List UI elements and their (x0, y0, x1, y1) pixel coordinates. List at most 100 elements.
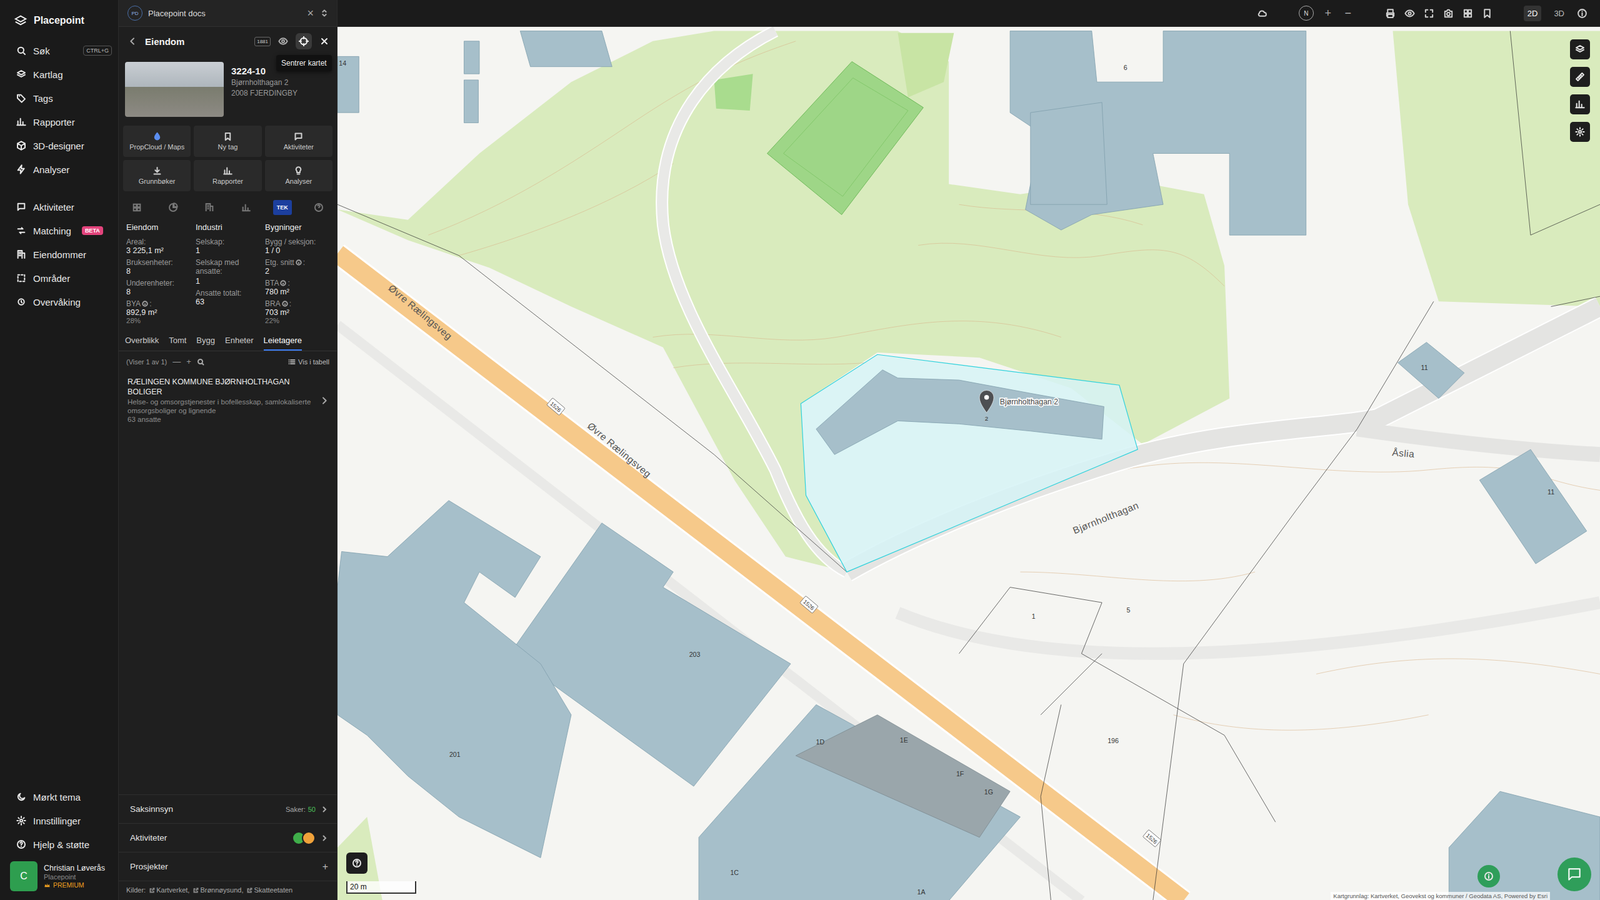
view-mode-button[interactable]: 3D (1550, 5, 1569, 22)
source-tab[interactable]: TEK (273, 200, 292, 215)
nav-item[interactable]: Områder (0, 266, 119, 290)
logo[interactable]: Placepoint (0, 0, 119, 39)
building[interactable] (463, 41, 479, 74)
source-tab[interactable] (163, 200, 183, 215)
building[interactable] (698, 704, 1020, 900)
map-tool-button[interactable] (1570, 121, 1590, 142)
nav-item[interactable]: 3D-designer (0, 133, 119, 158)
info-icon[interactable] (295, 259, 302, 266)
collapse-button[interactable]: — (172, 356, 181, 367)
table-view-button[interactable]: Vis i tabell (288, 358, 330, 366)
action-button[interactable]: Analyser (265, 160, 333, 192)
info-icon[interactable] (1576, 8, 1588, 19)
3d-icon[interactable] (1256, 8, 1268, 19)
info-icon[interactable] (280, 280, 287, 287)
nav-item[interactable]: Rapporter (0, 110, 119, 134)
user-card[interactable]: CChristian LøveråsPlacepointPREMIUM (10, 861, 114, 892)
map-tool-icon (1575, 44, 1585, 55)
map-canvas[interactable]: Øvre RælingsvegØvre RælingsvegBjørnholth… (337, 26, 1600, 900)
nav-item[interactable]: Hjelp & støtte (0, 832, 119, 857)
nav-item[interactable]: SøkCTRL+G (0, 38, 119, 63)
address-number: 196 (1107, 736, 1119, 745)
source-tab[interactable] (236, 200, 256, 215)
map-pin[interactable]: 2Bjørnholthagan 2 (979, 390, 1059, 422)
zoom-out-button[interactable]: − (1342, 6, 1354, 20)
nav-item[interactable]: Analyser (0, 157, 119, 182)
action-button[interactable]: Ny tag (193, 125, 262, 157)
nav-item[interactable]: MatchingBETA (0, 218, 119, 243)
map-tool-button[interactable] (1570, 94, 1590, 115)
address-number: 203 (689, 650, 701, 659)
stat-row: BRA:703 m²22% (265, 299, 331, 325)
toolbar-icon[interactable] (1385, 8, 1396, 19)
source-tab[interactable] (127, 200, 147, 215)
building[interactable] (463, 80, 479, 124)
map-tool-button[interactable] (1570, 39, 1590, 60)
building[interactable] (1479, 449, 1587, 564)
tab[interactable]: Leietagere (263, 330, 302, 351)
chat-button[interactable] (1557, 857, 1592, 892)
source-link[interactable]: Brønnøysund, (193, 886, 244, 894)
add-button[interactable]: + (186, 356, 192, 367)
toolbar-icon[interactable] (1404, 8, 1415, 19)
toolbar-icon[interactable] (1481, 8, 1493, 19)
toolbar-icon[interactable] (1443, 8, 1454, 19)
eye-icon[interactable] (278, 36, 289, 47)
source-link[interactable]: Skatteetaten (246, 886, 293, 894)
tab[interactable]: Overblikk (125, 330, 159, 351)
source-link[interactable]: Kartverket, (149, 886, 190, 894)
toolbar-icon[interactable] (1462, 8, 1474, 19)
building[interactable] (337, 56, 359, 113)
action-button[interactable]: Rapporter (193, 160, 262, 192)
building[interactable] (795, 715, 1010, 838)
add-project-button[interactable]: + (322, 861, 329, 873)
center-map-button[interactable] (295, 33, 312, 50)
1881-button[interactable]: 1881 (254, 36, 271, 47)
selected-property[interactable] (800, 354, 1138, 572)
back-icon[interactable] (127, 36, 138, 47)
compass-button[interactable]: N (1298, 5, 1314, 21)
building[interactable] (520, 31, 612, 67)
panel-section[interactable]: Aktiviteter (118, 823, 337, 852)
sports-field (766, 61, 924, 215)
source-tab[interactable] (200, 200, 219, 215)
close-button[interactable]: × (306, 6, 314, 20)
search-icon[interactable] (196, 358, 205, 366)
tab[interactable]: Enheter (225, 330, 254, 351)
zoom-in-button[interactable]: + (1322, 6, 1334, 20)
property-building[interactable] (816, 370, 1105, 455)
nav-item[interactable]: Aktiviteter (0, 195, 119, 219)
building[interactable] (1448, 791, 1600, 900)
close-icon[interactable] (319, 36, 330, 47)
view-mode-button[interactable]: 2D (1523, 5, 1542, 22)
nav-item[interactable]: Innstillinger (0, 808, 119, 833)
nav-item[interactable]: Overvåking (0, 290, 119, 314)
building[interactable] (1010, 31, 1307, 236)
nav-item[interactable]: Tags (0, 86, 119, 110)
nav-item[interactable]: Kartlag (0, 62, 119, 87)
map-info-button[interactable] (1477, 865, 1500, 888)
nav-item[interactable]: Mørkt tema (0, 785, 119, 809)
toolbar-icon[interactable] (1423, 8, 1435, 19)
tab[interactable]: Tomt (168, 330, 187, 351)
action-button[interactable]: PropCloud / Maps (123, 125, 191, 157)
tenant-row[interactable]: RÆLINGEN KOMMUNE BJØRNHOLTHAGAN BOLIGERH… (118, 371, 337, 430)
building[interactable] (337, 500, 572, 859)
map-help-button[interactable] (346, 852, 368, 874)
info-icon[interactable] (141, 300, 149, 307)
action-button[interactable]: Grunnbøker (123, 160, 191, 192)
updown-icon[interactable] (319, 8, 330, 19)
building[interactable] (1030, 102, 1107, 205)
source-tab[interactable] (309, 200, 329, 215)
nav-item[interactable]: Eiendommer (0, 242, 119, 267)
panel-section[interactable]: Prosjekter+ (118, 851, 337, 881)
map[interactable]: Øvre RælingsvegØvre RælingsvegBjørnholth… (337, 26, 1600, 900)
source-icon (313, 202, 324, 213)
tab[interactable]: Bygg (196, 330, 215, 351)
action-button[interactable]: Aktiviteter (265, 125, 333, 157)
map-tool-button[interactable] (1570, 66, 1590, 87)
panel-section[interactable]: SaksinnsynSaker:50 (118, 794, 337, 824)
nav-item-icon (16, 249, 27, 260)
info-icon[interactable] (281, 300, 289, 307)
building[interactable] (1398, 342, 1465, 399)
